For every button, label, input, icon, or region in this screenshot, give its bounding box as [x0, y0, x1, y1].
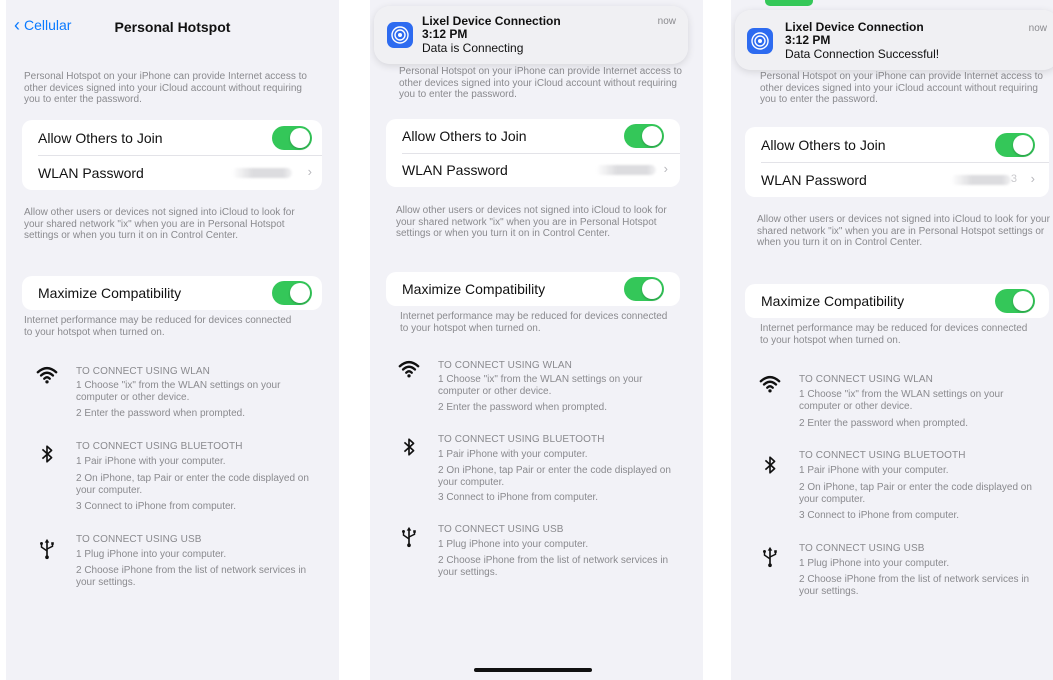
allow-join-toggle[interactable]: [272, 126, 312, 150]
notification-banner[interactable]: Lixel Device Connection 3:12 PM Data Con…: [735, 10, 1053, 70]
compat-card: Maximize Compatibility: [386, 272, 680, 306]
page-title: Personal Hotspot: [114, 19, 231, 35]
wlan-password-label: WLAN Password: [38, 165, 144, 181]
allow-join-hint: Allow other users or devices not signed …: [396, 205, 667, 239]
chevron-right-icon: ›: [1030, 171, 1035, 186]
bluetooth-step-3: 3 Connect to iPhone from computer.: [76, 501, 237, 512]
wlan-password-row[interactable]: WLAN Password ›: [386, 153, 680, 187]
usb-method-title: TO CONNECT USING USB: [799, 543, 925, 554]
join-card: Allow Others to Join WLAN Password 3 ›: [745, 127, 1049, 197]
wlan-step-1: 1 Choose "ix" from the WLAN settings on …: [799, 389, 1004, 412]
bluetooth-step-1: 1 Pair iPhone with your computer.: [438, 449, 588, 460]
notification-time: 3:12 PM: [422, 27, 468, 41]
usb-step-1: 1 Plug iPhone into your computer.: [438, 539, 589, 550]
wlan-password-label: WLAN Password: [402, 162, 508, 178]
compat-hint: Internet performance may be reduced for …: [24, 315, 292, 338]
usb-icon: [763, 546, 777, 568]
usb-method-title: TO CONNECT USING USB: [76, 534, 202, 545]
allow-join-label: Allow Others to Join: [402, 128, 527, 144]
usb-step-2: 2 Choose iPhone from the list of network…: [799, 574, 1030, 597]
usb-step-1: 1 Plug iPhone into your computer.: [76, 549, 227, 560]
compat-toggle[interactable]: [995, 289, 1035, 313]
notification-age: now: [657, 16, 676, 27]
wlan-password-row[interactable]: WLAN Password ›: [22, 155, 322, 190]
wlan-step-2: 2 Enter the password when prompted.: [799, 418, 968, 429]
allow-join-toggle[interactable]: [624, 124, 664, 148]
allow-join-row: Allow Others to Join: [386, 119, 680, 153]
bluetooth-method-title: TO CONNECT USING BLUETOOTH: [799, 450, 966, 461]
chevron-right-icon: ›: [663, 161, 668, 176]
password-value-masked: [232, 168, 292, 178]
allow-join-label: Allow Others to Join: [761, 137, 886, 153]
allow-join-row: Allow Others to Join: [745, 127, 1049, 162]
intro-text: Personal Hotspot on your iPhone can prov…: [760, 71, 1043, 105]
wlan-method-title: TO CONNECT USING WLAN: [799, 374, 933, 385]
bluetooth-step-1: 1 Pair iPhone with your computer.: [76, 456, 226, 467]
wlan-method-title: TO CONNECT USING WLAN: [76, 366, 210, 377]
password-value-masked: [596, 165, 656, 175]
wlan-step-2: 2 Enter the password when prompted.: [438, 402, 607, 413]
bluetooth-step-3: 3 Connect to iPhone from computer.: [438, 492, 599, 503]
usb-method-title: TO CONNECT USING USB: [438, 524, 564, 535]
allow-join-hint: Allow other users or devices not signed …: [757, 214, 1050, 248]
usb-step-2: 2 Choose iPhone from the list of network…: [438, 555, 669, 578]
compat-hint: Internet performance may be reduced for …: [400, 311, 668, 334]
usb-icon: [402, 526, 416, 548]
lixel-app-icon: [387, 22, 413, 48]
chevron-right-icon: ›: [307, 164, 312, 179]
compat-toggle[interactable]: [624, 277, 664, 301]
wlan-step-2: 2 Enter the password when prompted.: [76, 408, 245, 419]
compat-label: Maximize Compatibility: [402, 281, 546, 297]
screen-connected: Personal Hotspot on your iPhone can prov…: [731, 0, 1053, 680]
bluetooth-icon: [41, 445, 53, 463]
compat-toggle[interactable]: [272, 281, 312, 305]
notification-message: Data Connection Successful!: [785, 47, 940, 61]
allow-join-label: Allow Others to Join: [38, 130, 163, 146]
compat-card: Maximize Compatibility: [22, 276, 322, 310]
intro-text: Personal Hotspot on your iPhone can prov…: [399, 66, 682, 100]
usb-step-1: 1 Plug iPhone into your computer.: [799, 558, 950, 569]
password-value-masked: [951, 175, 1011, 185]
password-tail: 3: [1010, 173, 1017, 185]
wlan-method-title: TO CONNECT USING WLAN: [438, 360, 572, 371]
wifi-icon: [759, 375, 781, 393]
bluetooth-step-3: 3 Connect to iPhone from computer.: [799, 510, 960, 521]
bluetooth-step-2: 2 On iPhone, tap Pair or enter the code …: [438, 465, 671, 488]
compat-hint: Internet performance may be reduced for …: [760, 323, 1028, 346]
compat-card: Maximize Compatibility: [745, 284, 1049, 318]
wlan-password-label: WLAN Password: [761, 172, 867, 188]
bluetooth-icon: [764, 456, 776, 474]
wifi-icon: [398, 360, 420, 378]
bluetooth-step-1: 1 Pair iPhone with your computer.: [799, 465, 949, 476]
allow-join-hint: Allow other users or devices not signed …: [24, 207, 295, 241]
compat-label: Maximize Compatibility: [38, 285, 182, 301]
wlan-password-row[interactable]: WLAN Password 3 ›: [745, 162, 1049, 197]
allow-join-row: Allow Others to Join: [22, 120, 322, 155]
bluetooth-method-title: TO CONNECT USING BLUETOOTH: [438, 434, 605, 445]
lixel-app-icon: [747, 28, 773, 54]
wifi-icon: [36, 366, 58, 384]
join-card: Allow Others to Join WLAN Password ›: [22, 120, 322, 190]
usb-icon: [40, 538, 54, 560]
notification-banner[interactable]: Lixel Device Connection 3:12 PM Data is …: [374, 6, 688, 64]
status-indicator: [765, 0, 813, 6]
bluetooth-step-2: 2 On iPhone, tap Pair or enter the code …: [799, 482, 1032, 505]
home-indicator[interactable]: [474, 668, 592, 672]
bluetooth-method-title: TO CONNECT USING BLUETOOTH: [76, 441, 243, 452]
notification-message: Data is Connecting: [422, 41, 524, 55]
bluetooth-icon: [403, 438, 415, 456]
screen-connecting: Personal Hotspot on your iPhone can prov…: [370, 0, 703, 680]
notification-time: 3:12 PM: [785, 33, 831, 47]
notification-age: now: [1028, 23, 1047, 34]
allow-join-toggle[interactable]: [995, 133, 1035, 157]
usb-step-2: 2 Choose iPhone from the list of network…: [76, 565, 307, 588]
bluetooth-step-2: 2 On iPhone, tap Pair or enter the code …: [76, 473, 309, 496]
compat-label: Maximize Compatibility: [761, 293, 905, 309]
screen-hotspot-settings: ‹ Cellular Personal Hotspot Personal Hot…: [6, 0, 339, 680]
intro-text: Personal Hotspot on your iPhone can prov…: [24, 71, 307, 105]
wlan-step-1: 1 Choose "ix" from the WLAN settings on …: [438, 374, 643, 397]
join-card: Allow Others to Join WLAN Password ›: [386, 119, 680, 187]
wlan-step-1: 1 Choose "ix" from the WLAN settings on …: [76, 380, 281, 403]
